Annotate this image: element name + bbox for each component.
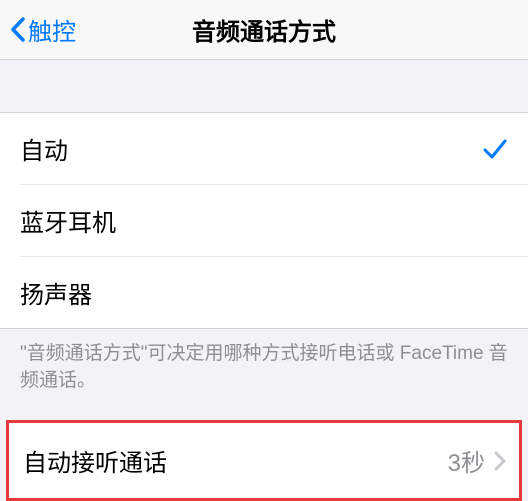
option-speaker[interactable]: 扬声器 [0,257,528,328]
spacer [0,60,528,112]
option-auto[interactable]: 自动 [0,113,528,184]
auto-answer-row[interactable]: 自动接听通话 3秒 [9,423,519,498]
option-label: 蓝牙耳机 [20,203,116,238]
footer-description: "音频通话方式"可决定用哪种方式接听电话或 FaceTime 音频通话。 [0,329,528,420]
audio-route-options: 自动 蓝牙耳机 扬声器 [0,113,528,328]
option-bluetooth[interactable]: 蓝牙耳机 [0,185,528,256]
back-label: 触控 [28,12,76,47]
navigation-bar: 触控 音频通话方式 [0,0,528,60]
auto-answer-value: 3秒 [448,443,485,478]
chevron-right-icon [493,450,507,472]
chevron-left-icon [8,15,26,45]
page-title: 音频通话方式 [0,12,528,47]
checkmark-icon [482,136,508,162]
auto-answer-right: 3秒 [448,443,507,478]
auto-answer-label: 自动接听通话 [23,443,167,478]
highlighted-region: 自动接听通话 3秒 [6,420,522,501]
back-button[interactable]: 触控 [0,12,76,47]
option-label: 扬声器 [20,275,92,310]
option-label: 自动 [20,131,68,166]
